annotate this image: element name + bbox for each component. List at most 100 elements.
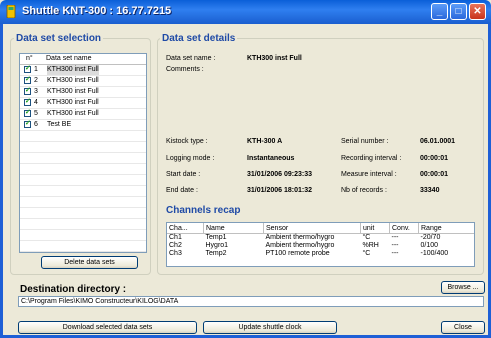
dataset-list[interactable]: n° Data set name 1 KTH300 inst Full 2 KTH30… xyxy=(19,53,147,253)
logging-mode-label: Logging mode : xyxy=(166,155,215,162)
col-name[interactable]: Name xyxy=(203,223,264,234)
dataset-name-label: Data set name : xyxy=(166,55,216,62)
nb-records-label: Nb of records : xyxy=(341,187,387,194)
minimize-button[interactable]: _ xyxy=(431,3,448,20)
end-date-value: 31/01/2006 18:01:32 xyxy=(247,187,312,194)
header-num: n° xyxy=(26,55,33,62)
channel-cha: Ch2 xyxy=(169,242,182,249)
measure-interval-label: Measure interval : xyxy=(341,171,397,178)
dataset-name: KTH300 inst Full xyxy=(47,88,99,95)
dataset-number: 5 xyxy=(34,110,38,117)
dataset-checkbox[interactable] xyxy=(24,86,31,96)
channel-unit: °C xyxy=(362,250,371,257)
destination-title: Destination directory : xyxy=(20,284,127,295)
dataset-list-header: n° Data set name xyxy=(20,54,146,65)
dataset-checkbox[interactable] xyxy=(24,64,31,74)
kistock-type-label: Kistock type : xyxy=(166,138,208,145)
channel-range: -100/400 xyxy=(420,250,449,257)
channel-name: Temp2 xyxy=(205,250,227,257)
close-window-button[interactable]: ✕ xyxy=(469,3,486,20)
dataset-row[interactable]: 5 KTH300 inst Full xyxy=(20,108,146,120)
recording-interval-value: 00:00:01 xyxy=(420,155,449,162)
destination-path-field[interactable]: C:\Program Files\KIMO Constructeur\KILOG… xyxy=(18,296,484,307)
dataset-row[interactable]: 3 KTH300 inst Full xyxy=(20,86,146,98)
dataset-row[interactable]: 4 KTH300 inst Full xyxy=(20,97,146,109)
dataset-empty-row xyxy=(20,153,146,164)
channel-row[interactable]: Ch1 Temp1 Ambient thermo/hygro °C --- -20/70 xyxy=(167,234,474,243)
col-range[interactable]: Range xyxy=(418,223,474,234)
dataset-name: KTH300 inst Full xyxy=(47,99,99,106)
channel-name: Hygro1 xyxy=(205,242,229,249)
recording-interval-label: Recording interval : xyxy=(341,155,402,162)
delete-datasets-button[interactable]: Delete data sets xyxy=(41,256,138,269)
title-bar[interactable]: Shuttle KNT-300 : 16.77.7215 _ □ ✕ xyxy=(0,0,491,24)
channel-row[interactable]: Ch2 Hygro1 Ambient thermo/hygro %RH --- 0/100 xyxy=(167,242,474,250)
dataset-number: 4 xyxy=(34,99,38,106)
details-title: Data set details xyxy=(160,33,238,44)
channel-conv: --- xyxy=(391,250,399,257)
app-icon xyxy=(6,5,16,18)
dataset-name: KTH300 inst Full xyxy=(47,110,99,117)
dataset-name-value: KTH300 inst Full xyxy=(247,55,302,62)
channel-row[interactable]: Ch3 Temp2 PT100 remote probe °C --- -100/400 xyxy=(167,250,474,258)
dataset-empty-row xyxy=(20,241,146,252)
dataset-checkbox[interactable] xyxy=(24,108,31,118)
channel-unit: °C xyxy=(362,234,371,241)
maximize-icon: □ xyxy=(455,6,462,17)
dataset-number: 3 xyxy=(34,88,38,95)
dataset-checkbox[interactable] xyxy=(24,119,31,129)
col-sensor[interactable]: Sensor xyxy=(263,223,361,234)
comments-label: Comments : xyxy=(166,66,204,73)
dataset-name: Test BE xyxy=(47,121,72,128)
serial-number-label: Serial number : xyxy=(341,138,389,145)
dataset-empty-row xyxy=(20,164,146,175)
start-date-value: 31/01/2006 09:23:33 xyxy=(247,171,312,178)
kistock-type-value: KTH-300 A xyxy=(247,138,283,145)
dataset-row[interactable]: 6 Test BE xyxy=(20,119,146,131)
channel-range: -20/70 xyxy=(420,234,441,241)
close-button[interactable]: Close xyxy=(441,321,485,334)
col-conv[interactable]: Conv. xyxy=(389,223,419,234)
channel-cha: Ch3 xyxy=(169,250,182,257)
dataset-empty-row xyxy=(20,197,146,208)
logging-mode-value: Instantaneous xyxy=(247,155,295,162)
channel-sensor: PT100 remote probe xyxy=(265,250,330,257)
update-clock-button[interactable]: Update shuttle clock xyxy=(203,321,337,334)
dataset-name: KTH300 inst Full xyxy=(47,77,99,84)
nb-records-value: 33340 xyxy=(420,187,440,194)
channel-unit: %RH xyxy=(362,242,379,249)
channel-cha: Ch1 xyxy=(169,234,182,241)
download-button[interactable]: Download selected data sets xyxy=(18,321,197,334)
header-name: Data set name xyxy=(46,55,92,62)
dataset-row[interactable]: 2 KTH300 inst Full xyxy=(20,75,146,87)
dataset-number: 1 xyxy=(34,66,38,73)
dataset-row[interactable]: 1 KTH300 inst Full xyxy=(20,64,146,76)
dataset-empty-row xyxy=(20,186,146,197)
dataset-empty-row xyxy=(20,219,146,230)
serial-number-value: 06.01.0001 xyxy=(420,138,456,145)
start-date-label: Start date : xyxy=(166,171,201,178)
dataset-checkbox[interactable] xyxy=(24,75,31,85)
dataset-empty-row xyxy=(20,208,146,219)
channel-conv: --- xyxy=(391,234,399,241)
window-title: Shuttle KNT-300 : 16.77.7215 xyxy=(22,5,172,17)
dataset-name: KTH300 inst Full xyxy=(47,65,99,75)
browse-button[interactable]: Browse ... xyxy=(441,281,485,294)
close-icon: ✕ xyxy=(473,6,482,17)
end-date-label: End date : xyxy=(166,187,198,194)
channel-conv: --- xyxy=(391,242,399,249)
channel-sensor: Ambient thermo/hygro xyxy=(265,234,335,241)
dataset-number: 2 xyxy=(34,77,38,84)
dataset-checkbox[interactable] xyxy=(24,97,31,107)
dataset-empty-row xyxy=(20,230,146,241)
dataset-empty-row xyxy=(20,252,146,253)
dataset-empty-row xyxy=(20,175,146,186)
channels-header-row: Cha... Name Sensor unit Conv. Range xyxy=(167,223,474,234)
dataset-number: 6 xyxy=(34,121,38,128)
col-cha[interactable]: Cha... xyxy=(167,223,204,234)
col-unit[interactable]: unit xyxy=(360,223,390,234)
measure-interval-value: 00:00:01 xyxy=(420,171,449,178)
channels-table[interactable]: Cha... Name Sensor unit Conv. Range Ch1 T… xyxy=(166,222,475,267)
selection-title: Data set selection xyxy=(14,33,104,44)
maximize-button[interactable]: □ xyxy=(450,3,467,20)
